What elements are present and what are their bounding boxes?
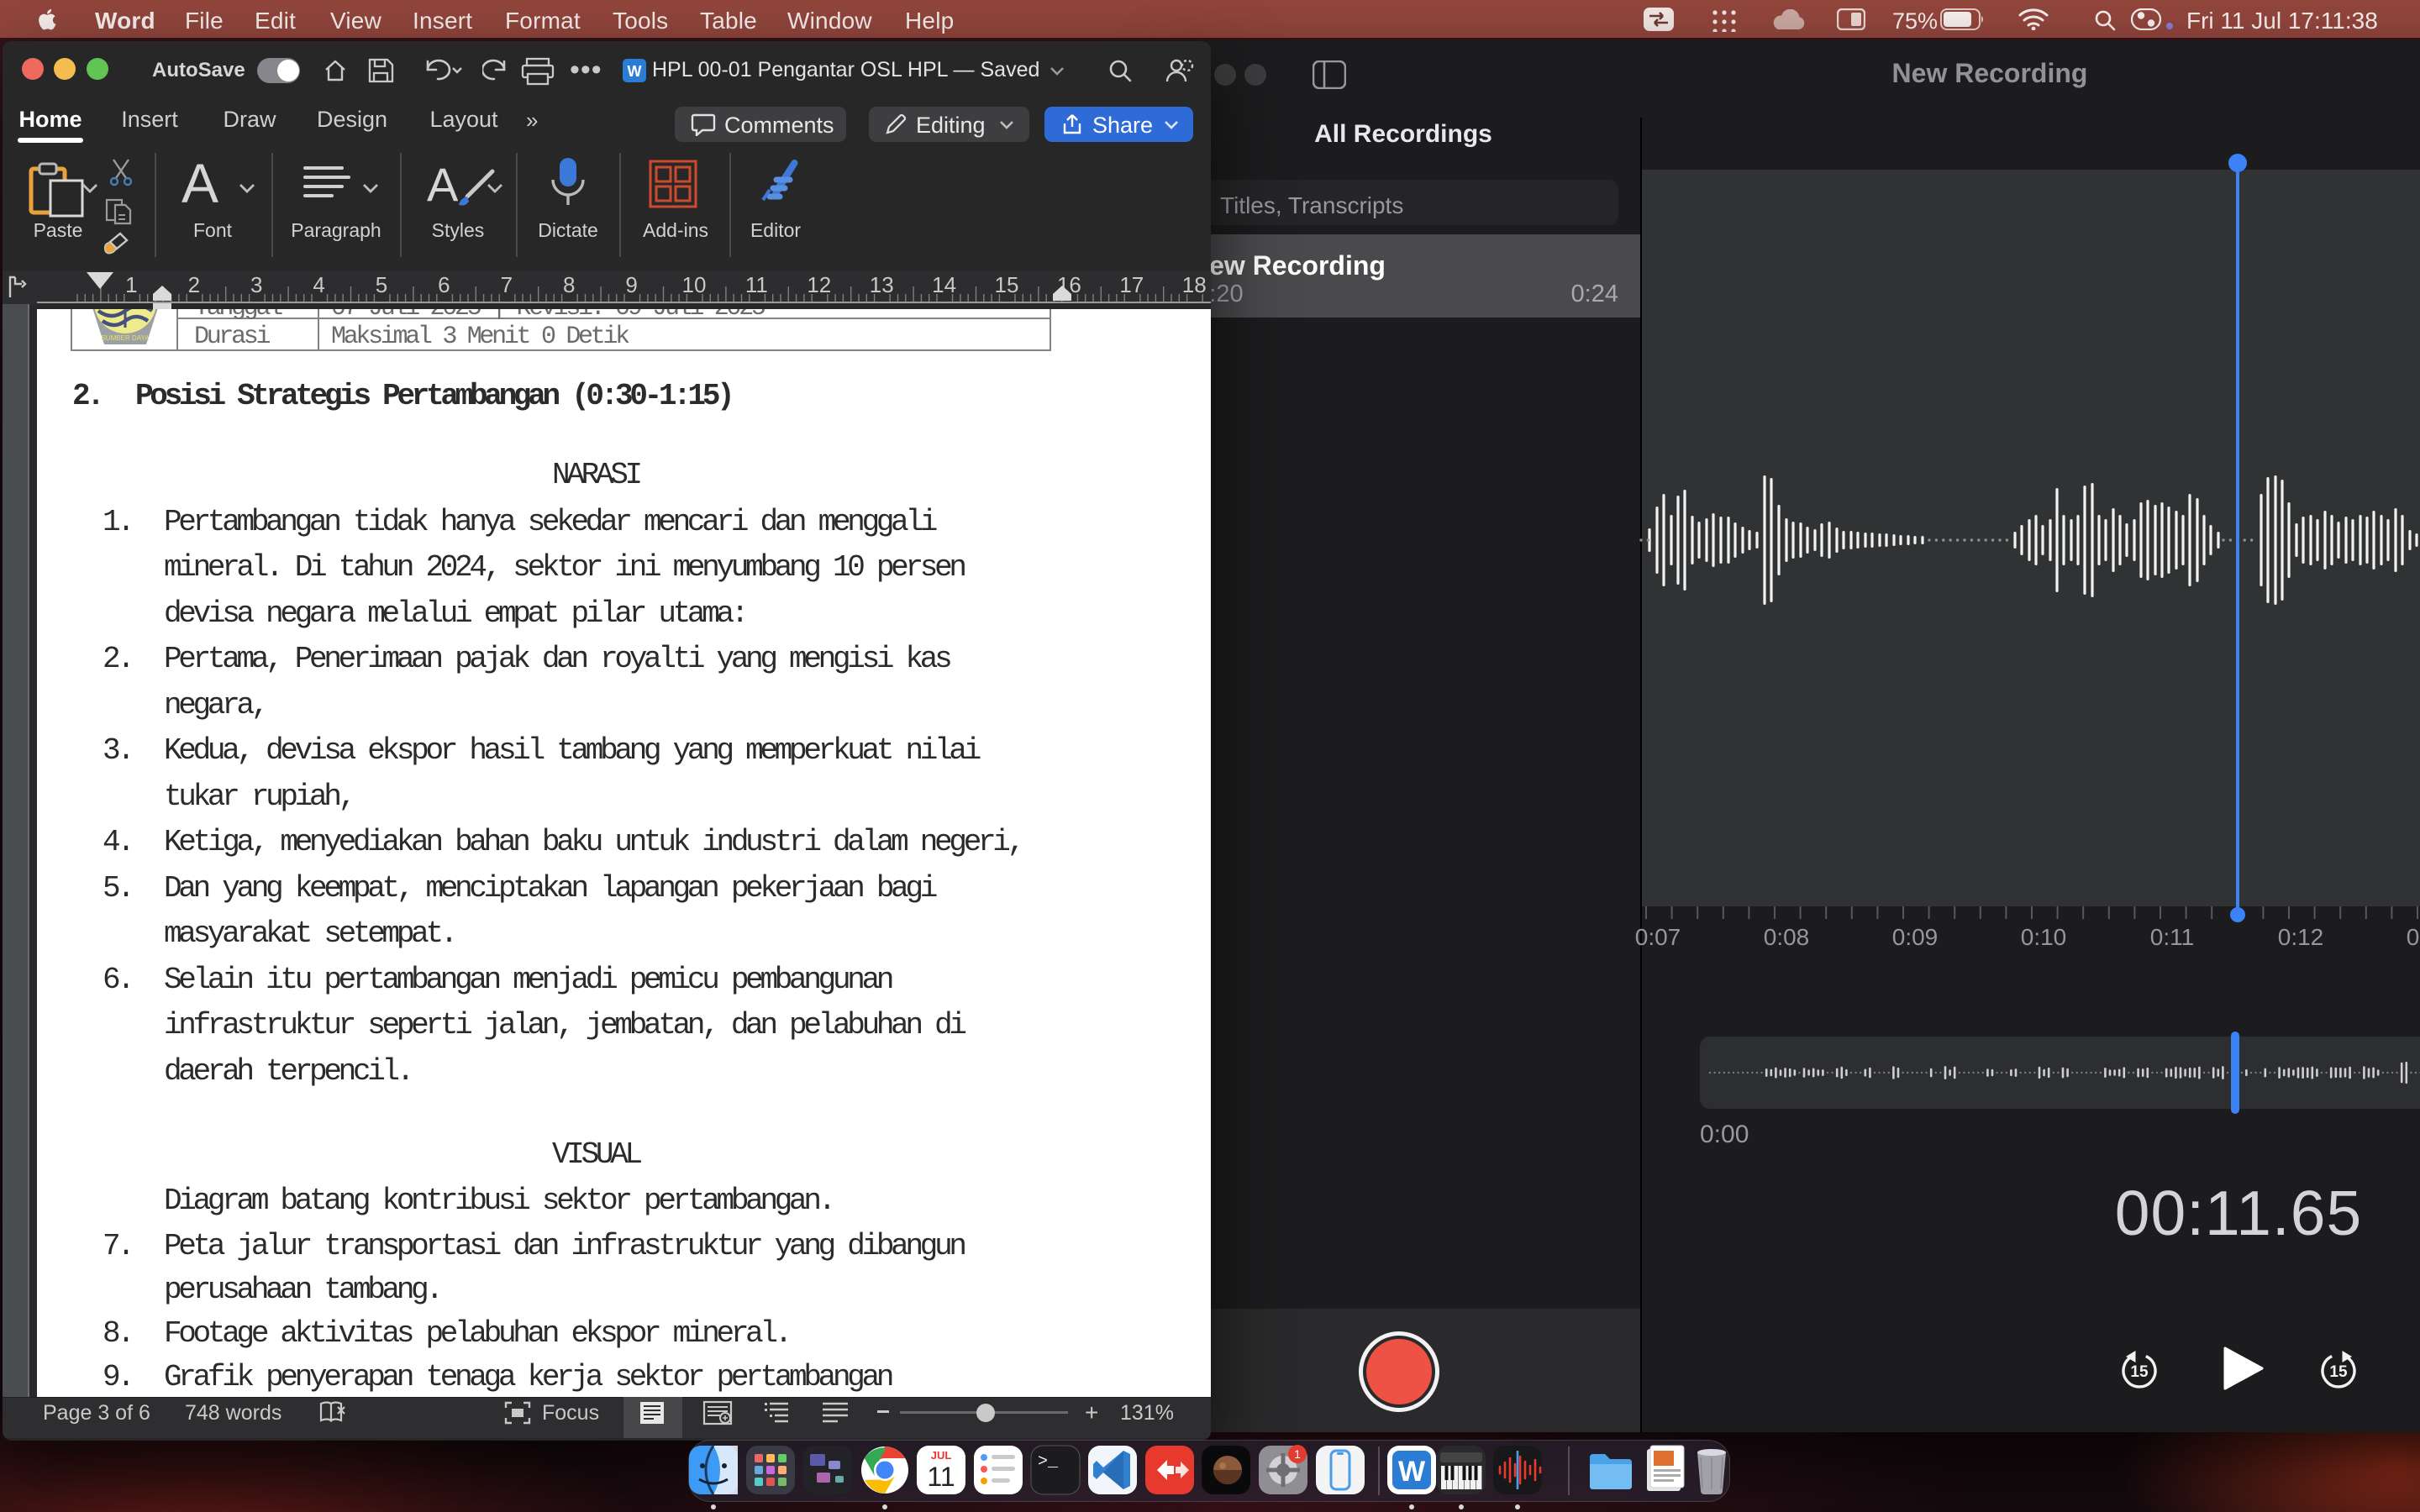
- svg-text:15: 15: [995, 272, 1019, 297]
- svg-text:1: 1: [1294, 1447, 1301, 1461]
- svg-text:W: W: [628, 63, 642, 80]
- svg-text:3: 3: [250, 272, 262, 297]
- svg-text:15: 15: [2329, 1363, 2348, 1381]
- svg-text:W: W: [1398, 1456, 1426, 1488]
- svg-text:2: 2: [188, 272, 200, 297]
- svg-text:11: 11: [745, 272, 768, 297]
- svg-text:7: 7: [501, 272, 513, 297]
- svg-text:8: 8: [563, 272, 575, 297]
- svg-text:18: 18: [1182, 272, 1207, 297]
- svg-text:14: 14: [932, 272, 956, 297]
- svg-text:1: 1: [125, 272, 137, 297]
- svg-text:17: 17: [1119, 272, 1144, 297]
- svg-text:12: 12: [807, 272, 831, 297]
- svg-text:SUMBER DAYA: SUMBER DAYA: [101, 334, 150, 342]
- svg-text:6: 6: [438, 272, 450, 297]
- svg-text:JUL: JUL: [931, 1449, 952, 1462]
- svg-text:9: 9: [625, 272, 637, 297]
- svg-text:10: 10: [682, 272, 707, 297]
- svg-text:15: 15: [2130, 1363, 2149, 1381]
- svg-text:5: 5: [376, 272, 387, 297]
- svg-text:4: 4: [313, 272, 324, 297]
- svg-text:>_: >_: [1038, 1452, 1059, 1472]
- svg-text:13: 13: [870, 272, 894, 297]
- svg-text:11: 11: [927, 1462, 955, 1492]
